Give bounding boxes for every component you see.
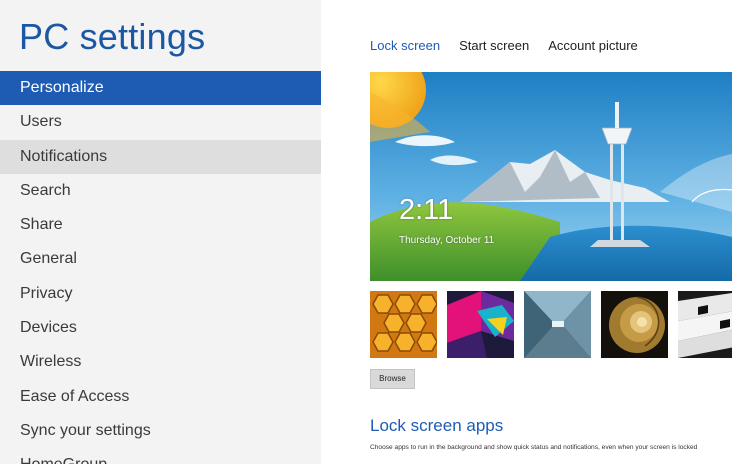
settings-nav: Personalize Users Notifications Search S… [0,71,321,464]
sidebar-item-devices[interactable]: Devices [0,311,321,345]
personalize-tabs: Lock screen Start screen Account picture [370,38,657,53]
sidebar-item-sync-settings[interactable]: Sync your settings [0,414,321,448]
sidebar-item-general[interactable]: General [0,242,321,276]
tab-start-screen[interactable]: Start screen [459,38,529,53]
thumbnail-geometric[interactable] [447,291,514,358]
sidebar-item-search[interactable]: Search [0,174,321,208]
lock-time: 2:11 [399,194,454,226]
geometric-image [447,291,514,358]
sidebar-item-ease-of-access[interactable]: Ease of Access [0,380,321,414]
thumbnail-piano-keys[interactable] [678,291,732,358]
sidebar-item-wireless[interactable]: Wireless [0,345,321,379]
piano-keys-image [678,291,732,358]
sidebar-item-personalize[interactable]: Personalize [0,71,321,106]
honeycomb-image [370,291,437,358]
thumbnail-tunnel[interactable] [524,291,591,358]
lock-screen-preview: 2:11 Thursday, October 11 [370,72,732,281]
thumbnail-honeycomb[interactable] [370,291,437,358]
tunnel-image [524,291,591,358]
lock-date: Thursday, October 11 [399,235,495,246]
sidebar-item-users[interactable]: Users [0,105,321,139]
sidebar: PC settings Personalize Users Notificati… [0,0,321,464]
tab-lock-screen[interactable]: Lock screen [370,38,440,53]
thumbnail-nautilus[interactable] [601,291,668,358]
nautilus-image [601,291,668,358]
sidebar-item-homegroup[interactable]: HomeGroup [0,448,321,464]
page-title: PC settings [19,16,206,57]
sidebar-item-notifications[interactable]: Notifications [0,139,321,174]
sidebar-item-privacy[interactable]: Privacy [0,277,321,311]
lock-screen-apps-description: Choose apps to run in the background and… [370,444,698,451]
browse-button[interactable]: Browse [370,369,415,389]
lock-screen-apps-heading: Lock screen apps [370,416,504,435]
main-panel: Lock screen Start screen Account picture [321,0,732,464]
lock-screen-image [370,72,732,281]
tab-account-picture[interactable]: Account picture [548,38,638,53]
sidebar-item-share[interactable]: Share [0,208,321,242]
